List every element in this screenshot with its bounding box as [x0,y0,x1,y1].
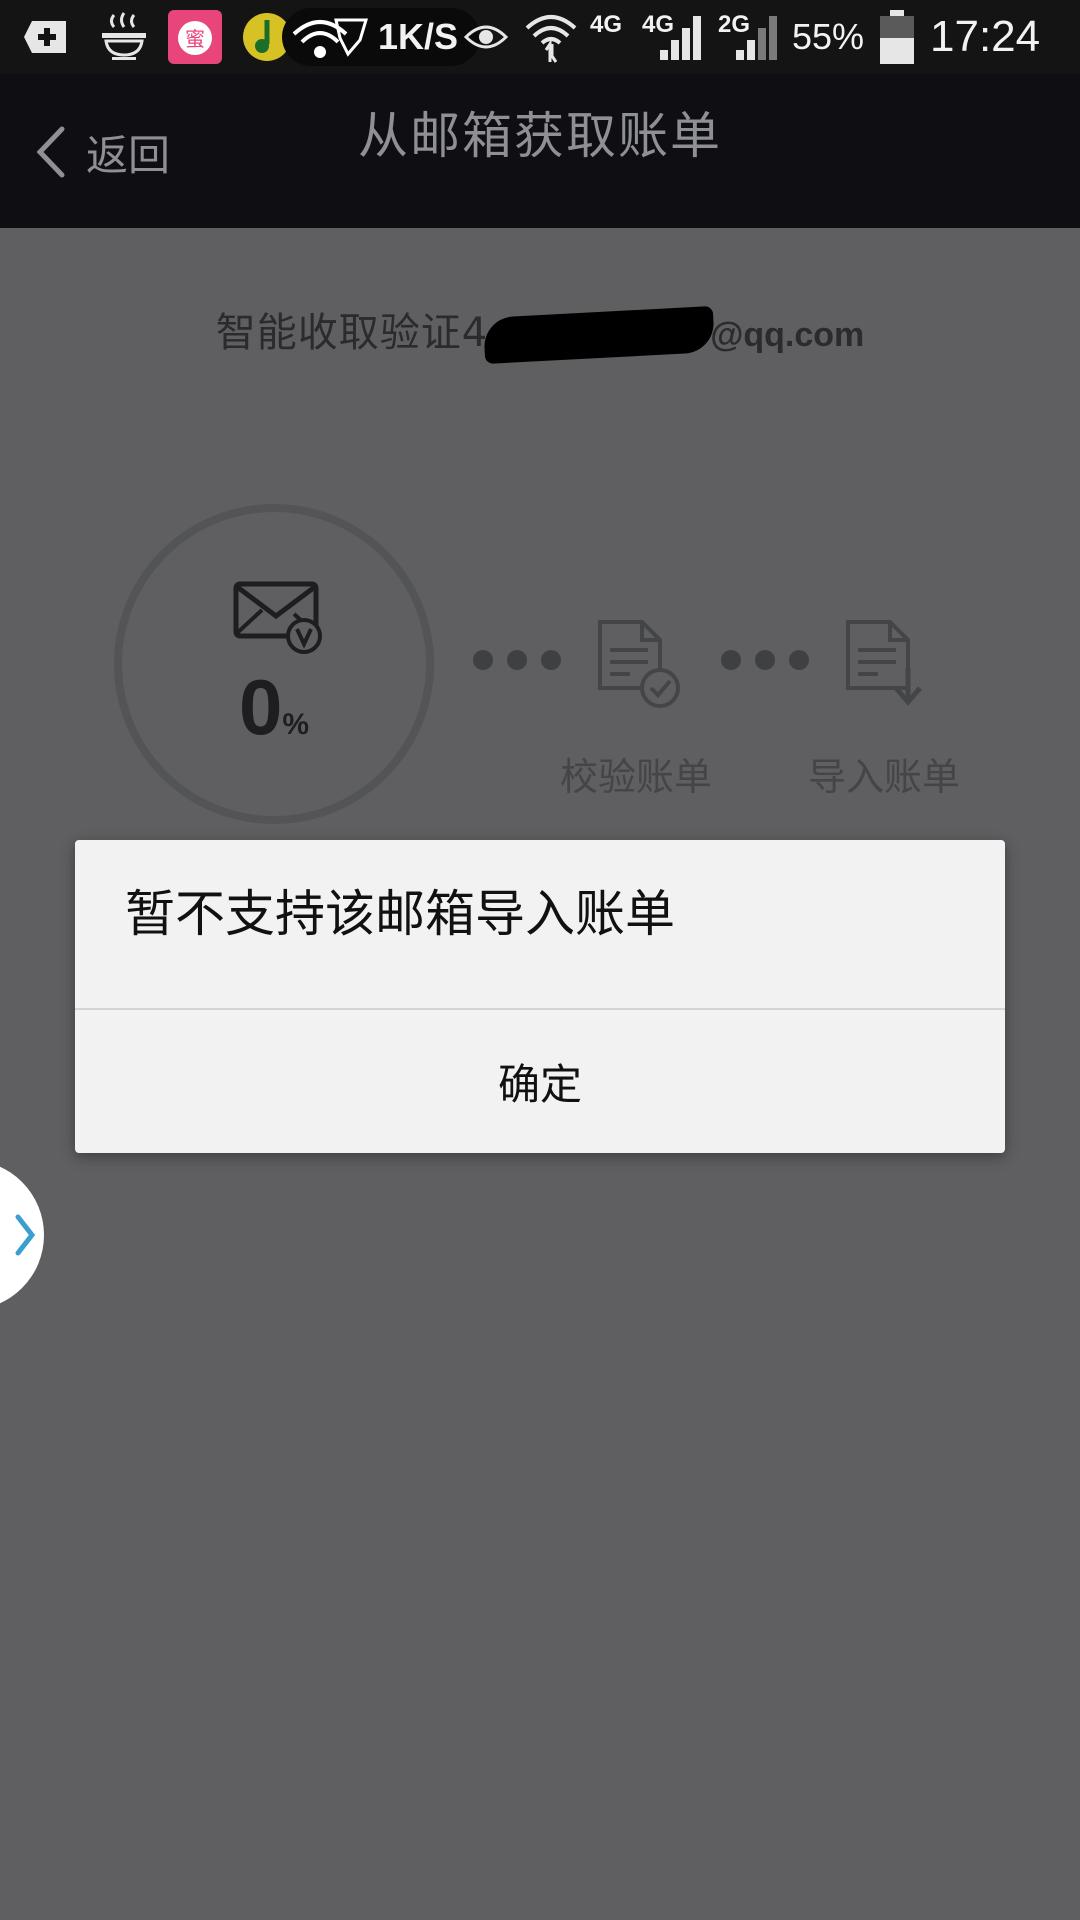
status-bar: 蜜 1K/S 4G 4G 2G 55% 17:24 [0,0,1080,74]
net-speed: 1K/S [378,16,459,57]
step-label-verify: 校验账单 [559,755,712,799]
redaction-mark [483,306,716,364]
signal-4g-a: 4G [590,11,623,38]
plus-box-icon [22,0,72,74]
verify-prefix: 智能收取验证4 [215,310,489,356]
eye-icon [464,0,508,74]
battery-icon [878,0,916,74]
wifi-icon [524,0,578,74]
mail-verify-icon [233,581,322,654]
wifi-shield-icon [292,18,369,58]
title-bar: 返回 从邮箱获取账单 [0,74,1080,228]
confirm-button[interactable]: 确定 [75,1010,1005,1153]
net-speed-pill: 1K/S [282,0,481,74]
email-suffix: @qq.com [710,316,865,354]
progress-unit: % [282,708,310,741]
document-download-icon [846,620,922,706]
battery-percent: 55% [792,16,865,57]
dialog-message: 暂不支持该邮箱导入账单 [125,885,675,943]
chevron-right-icon [15,1214,36,1256]
clock: 17:24 [930,12,1041,61]
signal-2g: 2G [718,0,778,74]
verify-email-line: 智能收取验证4 @qq.com [0,300,1080,364]
pink-app-icon: 蜜 [168,0,222,74]
progress-value: 0 [238,663,283,751]
step-dots-2 [721,650,809,670]
screen: 蜜 1K/S 4G 4G 2G 55% 17:24 返回 从邮箱获取账单 智能收… [0,0,1080,1920]
progress-ring: 0% [114,504,434,824]
progress-percent: 0% [122,662,426,753]
page-title: 从邮箱获取账单 [358,107,722,165]
document-check-icon [598,620,680,708]
svg-text:蜜: 蜜 [185,27,205,51]
step-dots-1 [473,650,561,670]
step-label-import: 导入账单 [807,755,960,799]
signal-4g-b: 4G [642,0,702,74]
alert-dialog: 暂不支持该邮箱导入账单 确定 [75,840,1005,1153]
steam-bowl-icon [98,0,150,74]
